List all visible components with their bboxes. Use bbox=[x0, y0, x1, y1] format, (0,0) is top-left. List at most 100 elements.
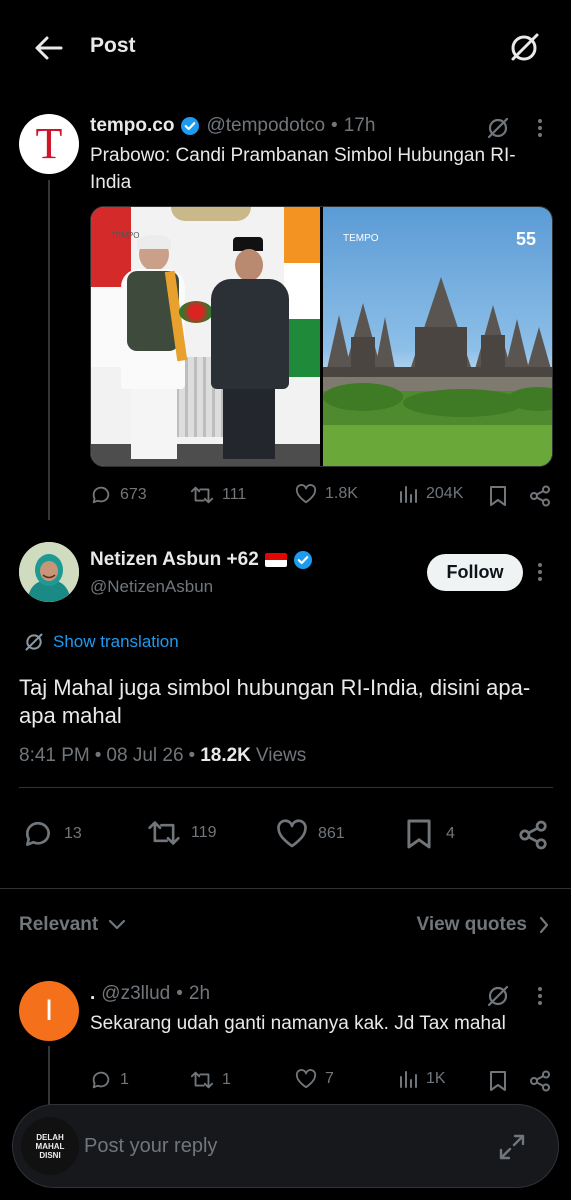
show-translation-label: Show translation bbox=[53, 632, 179, 651]
grok-icon bbox=[25, 633, 43, 651]
view-quotes-link[interactable]: View quotes bbox=[416, 914, 549, 936]
repost-icon bbox=[190, 486, 214, 504]
tweet-header: tempo.co @tempodotco • 17h bbox=[90, 114, 375, 138]
avatar-letter: I bbox=[44, 994, 54, 1027]
user-avatar-illustration bbox=[19, 542, 79, 602]
repost-icon bbox=[148, 821, 180, 845]
media-watermark: TEMPO bbox=[343, 233, 379, 244]
dot-separator: • bbox=[94, 745, 102, 766]
repost-count: 111 bbox=[222, 486, 247, 503]
verified-badge-icon bbox=[181, 117, 200, 135]
author-name[interactable]: Netizen Asbun +62 bbox=[90, 549, 259, 571]
avatar-letter: T bbox=[35, 119, 63, 168]
grok-button[interactable] bbox=[484, 114, 512, 142]
repost-button[interactable]: 111 bbox=[190, 484, 246, 506]
tweet-time[interactable]: 17h bbox=[344, 115, 376, 137]
reply-icon bbox=[25, 821, 50, 846]
reply-button[interactable]: 13 bbox=[22, 818, 82, 850]
avatar[interactable]: I bbox=[19, 981, 79, 1041]
repost-count: 1 bbox=[222, 1071, 231, 1088]
reply-count: 1 bbox=[120, 1071, 129, 1088]
bookmark-icon bbox=[407, 819, 431, 849]
author-name[interactable]: tempo.co bbox=[90, 115, 174, 137]
media-photo-left[interactable]: TEMPO bbox=[91, 207, 320, 466]
expand-button[interactable] bbox=[493, 1129, 531, 1165]
share-icon bbox=[519, 820, 547, 850]
share-button[interactable] bbox=[528, 484, 552, 508]
views-count: 18.2K bbox=[200, 745, 251, 766]
author-handle[interactable]: @NetizenAsbun bbox=[90, 577, 213, 597]
back-button[interactable] bbox=[30, 30, 68, 66]
chevron-right-icon bbox=[539, 916, 549, 934]
more-vertical-icon bbox=[538, 119, 542, 137]
relevant-dropdown[interactable]: Relevant bbox=[19, 914, 126, 936]
views-chart-icon bbox=[400, 486, 417, 503]
heart-icon bbox=[277, 819, 307, 848]
reply-composer[interactable]: DELAH MAHAL DISNI Post your reply bbox=[12, 1104, 559, 1188]
bookmark-count: 4 bbox=[446, 825, 455, 842]
tweet-time[interactable]: 2h bbox=[189, 983, 210, 1005]
reply-button[interactable]: 673 bbox=[90, 484, 147, 506]
dot-separator: • bbox=[188, 745, 196, 766]
like-button[interactable]: 7 bbox=[295, 1069, 334, 1089]
tweet-media[interactable]: TEMPO TEMPO 55 bbox=[90, 206, 553, 467]
arrow-left-icon bbox=[35, 36, 63, 60]
tweet-time[interactable]: 8:41 PM bbox=[19, 745, 90, 767]
views-button[interactable]: 1K bbox=[398, 1069, 446, 1089]
divider bbox=[0, 888, 571, 889]
reply-button[interactable]: 1 bbox=[90, 1069, 129, 1091]
thread-line bbox=[48, 1046, 50, 1106]
author-name[interactable]: . bbox=[90, 983, 95, 1005]
media-photo-right[interactable]: TEMPO 55 bbox=[323, 207, 552, 466]
chevron-down-icon bbox=[109, 919, 126, 930]
follow-button[interactable]: Follow bbox=[427, 554, 523, 591]
media-logo: 55 bbox=[515, 229, 536, 249]
tweet-header: Netizen Asbun +62 bbox=[90, 548, 313, 572]
views-button[interactable]: 204K bbox=[398, 484, 463, 504]
page-title: Post bbox=[90, 34, 136, 57]
views-count: 1K bbox=[426, 1070, 446, 1087]
like-count: 7 bbox=[325, 1070, 334, 1087]
expand-icon bbox=[499, 1134, 525, 1160]
view-quotes-label: View quotes bbox=[416, 914, 527, 935]
reply-icon bbox=[92, 486, 110, 504]
bookmark-button[interactable] bbox=[486, 1069, 510, 1093]
bookmark-button[interactable] bbox=[486, 484, 510, 508]
like-button[interactable]: 1.8K bbox=[295, 484, 358, 504]
share-button[interactable] bbox=[516, 818, 550, 852]
bookmark-icon bbox=[490, 1071, 506, 1091]
verified-badge-icon bbox=[293, 551, 312, 569]
author-handle[interactable]: @z3llud bbox=[101, 983, 170, 1005]
bookmark-button[interactable]: 4 bbox=[406, 818, 455, 850]
avatar[interactable] bbox=[19, 542, 79, 602]
grok-button[interactable] bbox=[504, 28, 544, 68]
like-button[interactable]: 861 bbox=[276, 819, 345, 849]
tweet-header: . @z3llud • 2h bbox=[90, 982, 210, 1006]
author-handle[interactable]: @tempodotco bbox=[206, 115, 325, 137]
heart-icon bbox=[295, 1069, 317, 1089]
repost-button[interactable]: 1 bbox=[190, 1069, 231, 1091]
reply-input[interactable]: Post your reply bbox=[84, 1135, 464, 1158]
tweet-text: Taj Mahal juga simbol hubungan RI-India,… bbox=[19, 675, 531, 728]
more-options-button[interactable] bbox=[528, 560, 552, 584]
avatar-text: DELAH MAHAL DISNI bbox=[35, 1132, 65, 1160]
avatar[interactable]: DELAH MAHAL DISNI bbox=[21, 1117, 79, 1175]
tweet-text: Sekarang udah ganti namanya kak. Jd Tax … bbox=[90, 1013, 506, 1034]
avatar[interactable]: T bbox=[19, 114, 79, 174]
more-vertical-icon bbox=[538, 563, 542, 581]
grok-icon bbox=[487, 985, 509, 1007]
more-options-button[interactable] bbox=[528, 984, 552, 1008]
more-vertical-icon bbox=[538, 987, 542, 1005]
reply-count: 673 bbox=[120, 486, 147, 503]
thread-line bbox=[48, 180, 50, 520]
more-options-button[interactable] bbox=[528, 116, 552, 140]
grok-button[interactable] bbox=[484, 982, 512, 1010]
tweet-timestamp: 8:41 PM • 08 Jul 26 • 18.2K Views bbox=[19, 745, 306, 767]
share-button[interactable] bbox=[528, 1069, 552, 1093]
tweet-date[interactable]: 08 Jul 26 bbox=[106, 745, 183, 767]
relevant-label: Relevant bbox=[19, 914, 99, 935]
media-watermark: TEMPO bbox=[111, 231, 140, 240]
repost-button[interactable]: 119 bbox=[147, 818, 217, 848]
share-icon bbox=[530, 485, 550, 507]
show-translation-link[interactable]: Show translation bbox=[24, 632, 179, 652]
